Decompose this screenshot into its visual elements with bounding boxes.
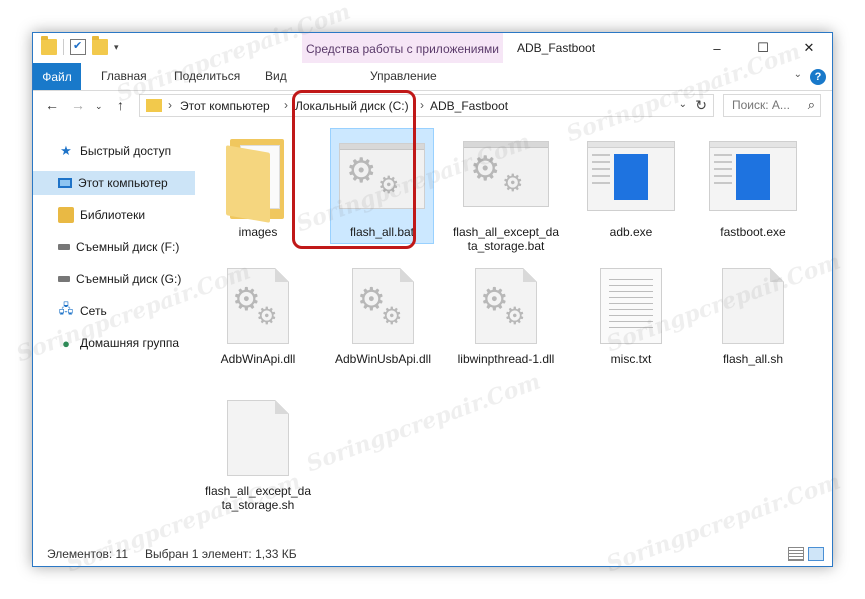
dll-file-icon: ⚙ ⚙ [475,268,537,344]
sidebar-item-label: Сеть [80,304,107,318]
folder-icon [226,139,290,223]
application-icon [587,141,675,211]
file-name: AdbWinUsbApi.dll [334,352,432,366]
breadcrumb-adb-fastboot[interactable]: ADB_Fastboot [430,99,508,113]
text-file-icon [600,268,662,344]
title-bar: ▾ Средства работы с приложениями ADB_Fas… [33,33,832,91]
window-title: ADB_Fastboot [517,41,596,55]
status-bar: Элементов: 11 Выбран 1 элемент: 1,33 КБ [33,542,832,566]
address-dropdown-icon[interactable]: ⌄ [679,99,687,110]
file-item[interactable]: flash_all.sh [695,268,811,398]
sidebar-item-label: Библиотеки [80,208,146,222]
file-name: misc.txt [610,352,652,366]
folder-icon [146,99,162,112]
sidebar-item-label: Этот компьютер [78,176,168,190]
batch-file-icon: ⚙ ⚙ [463,141,549,207]
file-name: flash_all_except_data_storage.bat [452,225,560,253]
sidebar-item-removable-f[interactable]: Съемный диск (F:) [33,235,195,259]
library-icon [58,207,74,223]
network-icon: 🖧 [58,301,74,316]
expand-ribbon-icon[interactable]: ⌄ [794,69,802,80]
file-name: flash_all.sh [722,352,784,366]
sidebar-item-this-pc[interactable]: Этот компьютер [33,171,195,195]
dll-file-icon: ⚙ ⚙ [352,268,414,344]
recent-locations-icon[interactable]: ⌄ [95,101,103,112]
chevron-right-icon[interactable]: › [168,98,172,112]
sidebar-item-label: Быстрый доступ [80,144,172,158]
sidebar-item-homegroup[interactable]: ● Домашняя группа [33,331,195,355]
file-name: AdbWinApi.dll [220,352,296,366]
toolbar-divider [63,39,64,55]
search-box: ⌕ [723,94,821,117]
minimize-button[interactable]: – [694,33,740,63]
chevron-right-icon[interactable]: › [420,98,424,112]
help-button[interactable]: ? [810,69,826,85]
tab-file[interactable]: Файл [33,63,81,90]
sidebar-item-quick-access[interactable]: ★ Быстрый доступ [33,139,195,163]
file-name: adb.exe [609,225,653,239]
quick-access-toolbar: ▾ [41,36,119,55]
homegroup-icon: ● [62,335,70,351]
tab-share[interactable]: Поделиться [174,69,240,83]
explorer-window: ▾ Средства работы с приложениями ADB_Fas… [32,32,833,567]
search-icon[interactable]: ⌕ [808,97,815,113]
back-icon[interactable]: ← [45,97,59,113]
file-item[interactable]: misc.txt [573,268,689,398]
ribbon-tabs: Файл Главная Поделиться Вид Управление ⌄… [33,63,832,91]
drive-icon [58,276,70,282]
application-icon [709,141,797,211]
address-bar[interactable]: › Этот компьютер › Локальный диск (C:) ›… [139,94,714,117]
item-count: Элементов: 11 [47,547,128,561]
sidebar-item-removable-g[interactable]: Съемный диск (G:) [33,267,195,291]
star-icon: ★ [60,143,72,158]
blank-file-icon [227,400,289,476]
sidebar-item-label: Съемный диск (F:) [76,240,180,254]
folder-icon[interactable] [41,36,57,55]
sidebar-item-network[interactable]: 🖧 Сеть [33,299,195,323]
sidebar-item-label: Съемный диск (G:) [76,272,182,286]
navigation-bar: ← → ⌄ ↑ › Этот компьютер › Локальный дис… [33,91,832,121]
sidebar-item-label: Домашняя группа [80,336,180,350]
up-icon[interactable]: ↑ [117,97,124,113]
refresh-icon[interactable]: ↻ [695,97,707,114]
details-view-icon[interactable] [788,547,804,561]
selection-info: Выбран 1 элемент: 1,33 КБ [145,547,297,561]
file-item[interactable]: ⚙ ⚙ flash_all_except_data_storage.bat [448,133,564,263]
breadcrumb-this-pc[interactable]: Этот компьютер [180,99,270,113]
file-item[interactable]: ⚙ ⚙ AdbWinUsbApi.dll [325,268,441,398]
tab-home[interactable]: Главная [101,69,147,83]
file-item[interactable]: ⚙ ⚙ libwinpthread-1.dll [448,268,564,398]
file-item[interactable]: ⚙ ⚙ AdbWinApi.dll [200,268,316,398]
blank-file-icon [722,268,784,344]
file-item[interactable]: adb.exe [573,133,689,263]
highlight-frame [292,90,416,249]
file-name: libwinpthread-1.dll [457,352,555,366]
close-button[interactable]: ✕ [786,33,832,63]
chevron-right-icon[interactable]: › [284,98,288,112]
properties-icon[interactable] [70,39,86,55]
sidebar-item-libraries[interactable]: Библиотеки [33,203,195,227]
new-folder-icon[interactable] [92,36,108,55]
tab-view[interactable]: Вид [265,69,287,83]
file-item[interactable]: flash_all_except_data_storage.sh [200,400,316,540]
dll-file-icon: ⚙ ⚙ [227,268,289,344]
window-controls: – ☐ ✕ [694,33,832,63]
file-item[interactable]: fastboot.exe [695,133,811,263]
maximize-button[interactable]: ☐ [740,33,786,63]
forward-icon[interactable]: → [71,97,85,113]
file-name: fastboot.exe [720,225,786,239]
computer-icon [58,178,72,188]
context-tab-group-title: Средства работы с приложениями [306,42,499,56]
customize-toolbar-dropdown-icon[interactable]: ▾ [114,42,119,53]
search-input[interactable] [730,95,802,115]
drive-icon [58,244,70,250]
large-icons-view-icon[interactable] [808,547,824,561]
file-name: flash_all_except_data_storage.sh [204,484,312,512]
tab-manage[interactable]: Управление [370,69,437,83]
